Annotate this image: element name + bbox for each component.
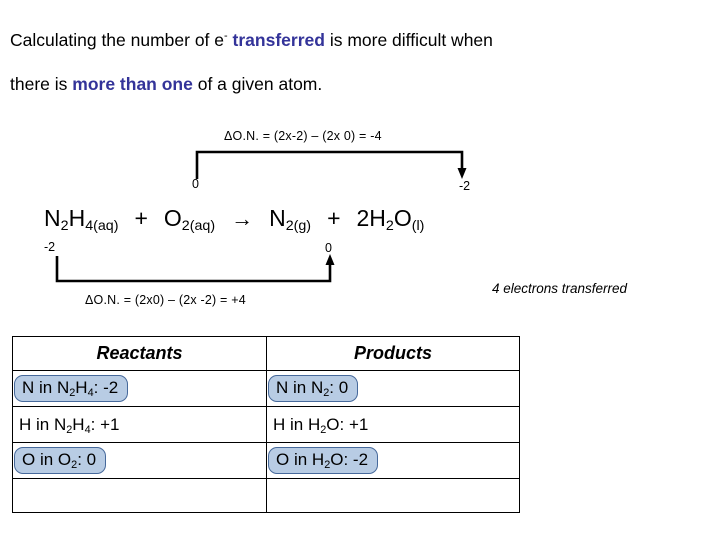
electrons-transferred-note: 4 electrons transferred (492, 281, 628, 296)
on-label-top-left: 0 (192, 177, 199, 191)
table-cell-product-h: H in H2O: +1 (266, 406, 520, 443)
table-cell-product-empty (266, 478, 520, 513)
title-line2-part2: of a given atom. (197, 74, 323, 94)
product2-state: (l) (411, 218, 425, 234)
table-cell-reactant-h: H in N2H4: +1 (12, 406, 267, 443)
title-line-1: Calculating the number of e- transferred… (10, 18, 710, 62)
reactant1-subscript2: 4 (85, 218, 94, 234)
product-n2: N2(g) (269, 205, 312, 234)
reactant1-state: (aq) (93, 218, 119, 234)
reactant1-element1: N (44, 205, 61, 231)
table-cell-reactant-n: N in N2H4: -2 (12, 370, 267, 407)
chemical-equation: N2H4(aq) + O2(aq) → N2(g) +2H2O(l) (44, 205, 425, 234)
reaction-arrow-icon: → (231, 206, 254, 231)
product1-subscript: 2 (285, 218, 294, 234)
product1-element: N (269, 205, 286, 231)
on-label-bottom-left: -2 (44, 240, 56, 254)
table-cell-product-o: O in H2O: -2 (266, 442, 520, 479)
title-line1-part2: is more difficult when (329, 30, 493, 50)
product2-element2: O (393, 205, 412, 231)
equation-plus-2: + (327, 205, 341, 231)
on-label-bottom-right: 0 (325, 241, 332, 255)
table-body: Reactants Products N in N2H4: -2 N in N2… (12, 336, 520, 513)
oxidation-change-bracket-bottom (50, 254, 345, 286)
reactant2-subscript: 2 (181, 218, 190, 234)
equation-plus-1: + (134, 205, 148, 231)
table-header-row: Reactants Products (12, 336, 520, 371)
reactant1-element2: H (68, 205, 86, 231)
table-row: N in N2H4: -2 N in N2: 0 (12, 370, 520, 407)
title-line-2: there is more than one of a given atom. (10, 62, 710, 106)
title-highlight-more-than-one: more than one (72, 74, 193, 94)
product1-state: (g) (293, 218, 312, 234)
table-row (12, 478, 520, 513)
table-header-reactants: Reactants (12, 336, 267, 371)
title-line2-part1: there is (10, 74, 68, 94)
reactant2-element: O (163, 205, 182, 231)
reactant1-subscript1: 2 (60, 218, 69, 234)
table-cell-reactant-empty (12, 478, 267, 513)
product2-element1: H (369, 205, 386, 231)
highlight-box-reactant-o: O in O2: 0 (14, 446, 107, 475)
title-line1-part1: Calculating the number of e (10, 30, 225, 50)
page-title: Calculating the number of e- transferred… (10, 18, 710, 106)
product2-coefficient: 2 (356, 205, 370, 231)
electron-superscript: - (224, 30, 228, 43)
table-row: O in O2: 0 O in H2O: -2 (12, 442, 520, 479)
product2-subscript1: 2 (385, 218, 394, 234)
title-highlight-transferred: transferred (232, 30, 325, 50)
table-row: H in N2H4: +1 H in H2O: +1 (12, 406, 520, 443)
table-cell-reactant-o: O in O2: 0 (12, 442, 267, 479)
reactant2-state: (aq) (189, 218, 216, 234)
table-header-products: Products (266, 336, 520, 371)
on-label-top-right: -2 (459, 179, 471, 193)
highlight-box-product-n: N in N2: 0 (268, 374, 359, 403)
oxidation-change-bracket-top (190, 148, 480, 181)
reactant-n2h4: N2H4(aq) (44, 205, 119, 234)
delta-on-top-annotation: ΔO.N. = (2x-2) – (2x 0) = -4 (224, 129, 382, 143)
table-cell-product-n: N in N2: 0 (266, 370, 520, 407)
highlight-box-product-o: O in H2O: -2 (268, 446, 379, 475)
highlight-box-reactant-n: N in N2H4: -2 (14, 374, 129, 403)
reactant-o2: O2(aq) (163, 205, 216, 234)
oxidation-number-table: Reactants Products N in N2H4: -2 N in N2… (12, 336, 520, 513)
delta-on-bottom-annotation: ΔO.N. = (2x0) – (2x -2) = +4 (85, 293, 246, 307)
product-h2o: 2H2O(l) (356, 205, 425, 234)
